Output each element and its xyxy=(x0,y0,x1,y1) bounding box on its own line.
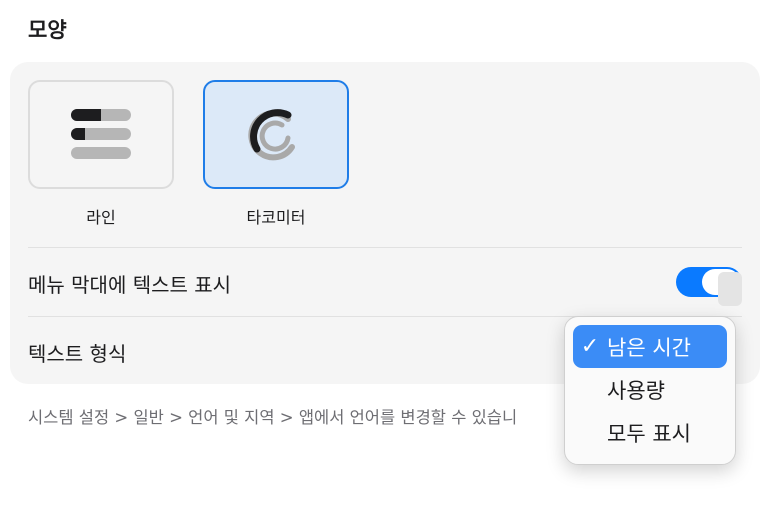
menu-item-label: 남은 시간 xyxy=(607,335,691,360)
text-format-select[interactable] xyxy=(718,272,742,306)
section-title: 모양 xyxy=(28,18,67,42)
checkmark-icon: ✓ xyxy=(580,334,600,359)
footnote: 시스템 설정 > 일반 > 언어 및 지역 > 앱에서 언어를 변경할 수 있습… xyxy=(28,408,518,427)
text-format-menu: ✓ 남은 시간 사용량 모두 표시 xyxy=(564,316,736,465)
settings-window: 모양 라인 타코미터 메뉴 막대에 텍스트 표시 텍스트 형식 시스템 설정 >… xyxy=(0,0,768,521)
menu-item-remaining-time[interactable]: ✓ 남은 시간 xyxy=(573,325,727,368)
style-label-line: 라인 xyxy=(86,208,116,227)
style-option-tachometer[interactable] xyxy=(203,80,349,189)
text-format-label: 텍스트 형식 xyxy=(28,342,127,366)
show-text-label: 메뉴 막대에 텍스트 표시 xyxy=(28,273,232,297)
menu-item-show-all[interactable]: 모두 표시 xyxy=(573,411,727,454)
menu-item-label: 사용량 xyxy=(607,378,665,403)
style-label-tachometer: 타코미터 xyxy=(246,208,306,227)
divider xyxy=(28,247,742,248)
line-bars-icon xyxy=(71,108,131,159)
menu-item-label: 모두 표시 xyxy=(607,421,691,446)
style-option-line[interactable] xyxy=(28,80,174,189)
tachometer-icon xyxy=(248,108,295,160)
menu-item-usage[interactable]: 사용량 xyxy=(573,368,727,411)
